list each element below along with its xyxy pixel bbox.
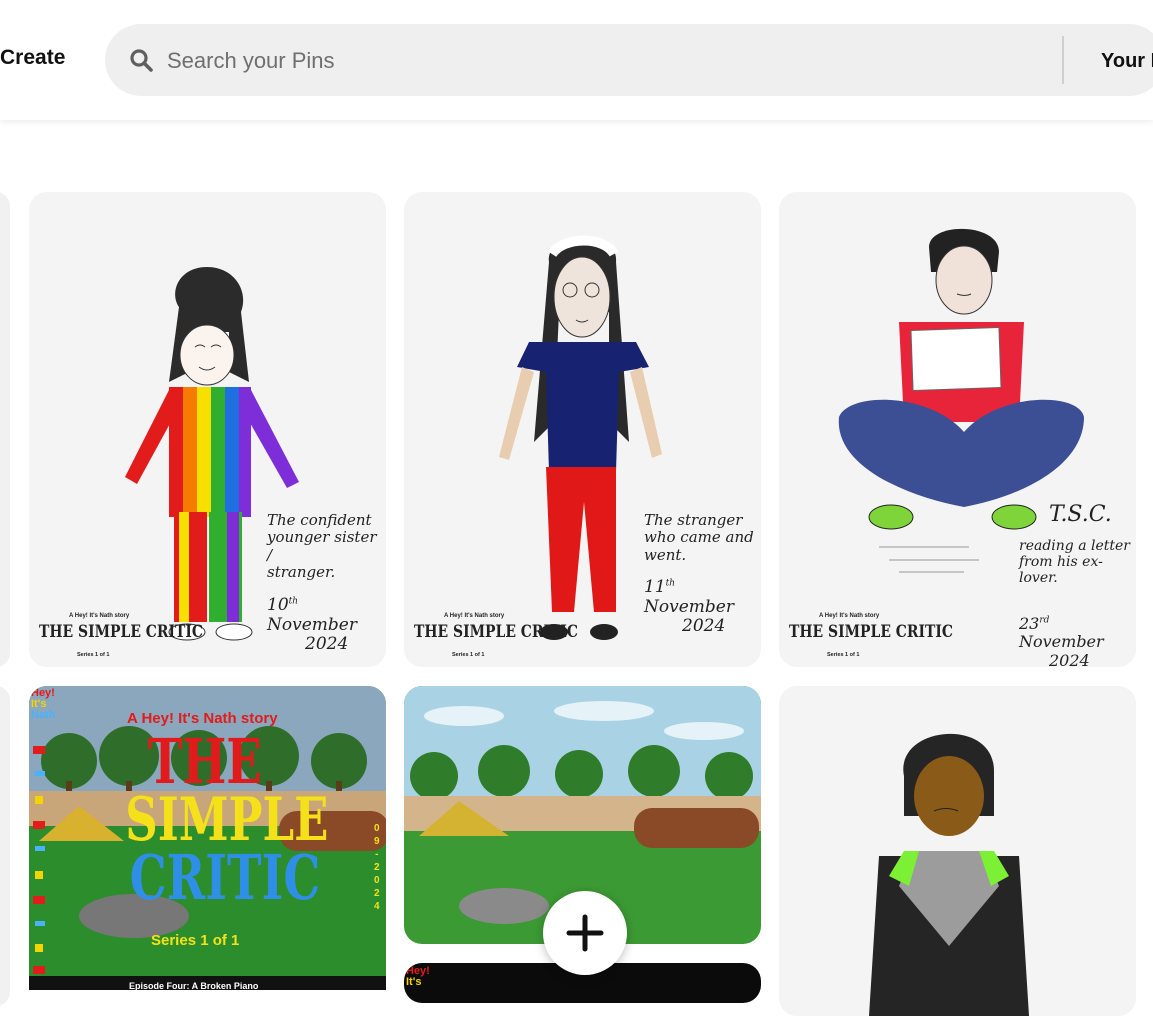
your-pins-button[interactable]: Your P (1101, 50, 1153, 73)
pin-caption-initials: T.S.C. (1049, 502, 1112, 527)
cover-side-date: 0 9 - 2 0 2 4 (374, 823, 380, 912)
search-bar[interactable]: Your P (105, 24, 1153, 96)
pin-card[interactable]: The confident younger sister / stranger.… (29, 192, 386, 667)
brand-title: THE SIMPLE CRITIC (414, 622, 578, 642)
cover-series: Series 1 of 1 (151, 932, 240, 949)
hey-its-nath-logo: Hey! It's Nath (31, 687, 56, 721)
pin-date: 23rd November 2024 (1019, 614, 1104, 667)
pin-card[interactable]: The stranger who came and went. 11th Nov… (404, 192, 761, 667)
search-divider (1062, 36, 1064, 84)
search-icon (130, 49, 153, 72)
partial-pin-left[interactable] (0, 192, 10, 667)
pin-image-reading-letter (779, 192, 1136, 667)
pin-date: 11th November 2024 (644, 577, 734, 637)
add-pin-button[interactable] (543, 891, 627, 975)
plus-icon (566, 914, 604, 952)
brand-title: THE SIMPLE CRITIC (39, 622, 203, 642)
cover-episode: Episode Four: A Broken Piano (129, 981, 259, 990)
brand-series: Series 1 of 1 (77, 652, 110, 658)
pin-caption: The stranger who came and went. (644, 511, 754, 564)
cover-title-line-2: SIMPLE (125, 785, 329, 855)
brand-small-text: A Hey! It's Nath story (444, 613, 505, 619)
pin-card[interactable]: T.S.C. reading a letter from his ex- lov… (779, 192, 1136, 667)
pin-caption: reading a letter from his ex- lover. (1019, 538, 1130, 587)
pin-card[interactable] (779, 686, 1136, 1016)
cover-title-line-3: CRITIC (129, 841, 321, 914)
pin-date: 10th November 2024 (267, 595, 357, 655)
brand-small-text: A Hey! It's Nath story (69, 613, 130, 619)
hey-its-nath-logo: Hey! It's (406, 965, 430, 988)
pin-image-masked-figure (779, 686, 1136, 1016)
brand-series: Series 1 of 1 (827, 652, 860, 658)
cover-title-line-1: THE (147, 725, 262, 798)
partial-pin-left[interactable] (0, 686, 10, 1006)
search-input[interactable] (165, 42, 1049, 80)
brand-series: Series 1 of 1 (452, 652, 485, 658)
create-link[interactable]: Create (0, 46, 65, 70)
top-header: Create Your P (0, 0, 1153, 120)
pin-caption: The confident younger sister / stranger. (267, 511, 377, 581)
brand-title: THE SIMPLE CRITIC (789, 622, 953, 642)
brand-small-text: A Hey! It's Nath story (819, 613, 880, 619)
pin-card[interactable]: Hey! It's Nath A Hey! It's Nath story TH… (29, 686, 386, 990)
